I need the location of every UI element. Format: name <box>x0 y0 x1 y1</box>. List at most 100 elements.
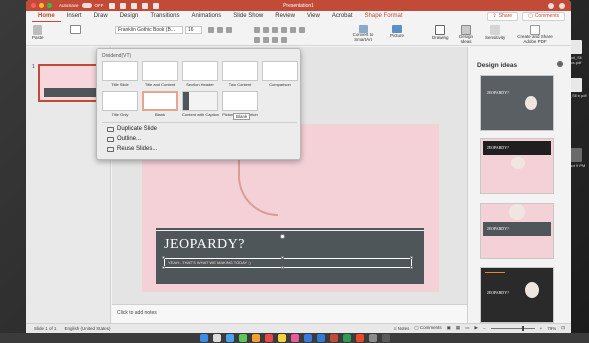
close-icon[interactable] <box>557 61 563 67</box>
calendar-icon[interactable] <box>264 334 273 342</box>
bullets-icon[interactable] <box>254 27 260 33</box>
decrease-font-icon[interactable] <box>217 27 223 33</box>
resize-handle[interactable] <box>162 266 165 269</box>
tab-view[interactable]: View <box>301 11 326 22</box>
rotate-handle[interactable] <box>280 234 285 239</box>
tab-transitions[interactable]: Transitions <box>144 11 185 22</box>
tab-draw[interactable]: Draw <box>88 11 114 22</box>
normal-view-icon[interactable]: ▣ <box>447 325 451 331</box>
design-ideas-button[interactable]: Design Ideas <box>458 25 474 44</box>
zoom-in-button[interactable]: + <box>540 326 543 331</box>
columns-icon[interactable] <box>281 37 287 43</box>
reuse-slides-item[interactable]: Reuse Slides... <box>107 146 157 152</box>
comments-button[interactable]: ▢ Comments <box>522 12 565 21</box>
zoom-window-button[interactable] <box>47 3 52 8</box>
zoom-level[interactable]: 79% <box>547 326 556 331</box>
layout-content-caption[interactable]: Content with Caption <box>182 91 219 117</box>
picture-button[interactable]: Picture <box>390 25 404 38</box>
language-indicator[interactable]: English (United States) <box>65 326 111 331</box>
slide-subtitle[interactable]: YEAH...THAT'S WHAT WE MAKING TODAY ;) <box>164 258 412 268</box>
music-icon[interactable] <box>290 334 299 342</box>
slide-title[interactable]: JEOPARDY? <box>164 237 245 253</box>
numbering-icon[interactable] <box>263 27 269 33</box>
zoom-slider[interactable] <box>490 325 535 331</box>
search-icon[interactable] <box>548 2 554 9</box>
share-button[interactable]: ⇪ Share <box>486 12 519 21</box>
outdent-icon[interactable] <box>281 27 287 33</box>
resize-handle[interactable] <box>410 266 413 269</box>
tab-review[interactable]: Review <box>269 11 301 22</box>
convert-smartart-button[interactable]: Convert to SmartArt <box>348 25 378 42</box>
reading-view-icon[interactable]: ▭ <box>465 325 469 331</box>
resize-handle[interactable] <box>162 256 165 259</box>
save-icon[interactable] <box>119 2 126 9</box>
resize-handle[interactable] <box>410 256 413 259</box>
slideshow-icon[interactable]: ▶ <box>474 325 477 331</box>
undo-icon[interactable] <box>130 2 137 9</box>
clear-format-icon[interactable] <box>226 27 232 33</box>
fit-slide-icon[interactable]: ⊡ <box>561 325 565 331</box>
finder-icon[interactable] <box>199 334 208 342</box>
design-idea-3[interactable]: JEOPARDY? <box>480 203 554 259</box>
appstore-icon[interactable] <box>303 334 312 342</box>
align-left-icon[interactable] <box>254 37 260 43</box>
drawing-button[interactable]: Drawing <box>432 25 449 40</box>
close-window-button[interactable] <box>31 3 36 8</box>
tab-design[interactable]: Design <box>114 11 145 22</box>
indent-icon[interactable] <box>272 27 278 33</box>
home-icon[interactable] <box>108 2 115 9</box>
system-preferences-icon[interactable] <box>368 334 377 342</box>
increase-font-icon[interactable] <box>208 27 214 33</box>
photos-icon[interactable] <box>251 334 260 342</box>
duplicate-slide-item[interactable]: Duplicate Slide <box>107 126 157 132</box>
resize-handle[interactable] <box>281 266 284 269</box>
font-name-field[interactable]: Franklin Gothic Book (B... <box>115 26 183 34</box>
redo-icon[interactable] <box>141 2 148 9</box>
create-share-pdf-button[interactable]: Create and Share Adobe PDF <box>512 25 558 44</box>
tab-home[interactable]: Home <box>32 11 61 22</box>
notes-toggle[interactable]: ≡ Notes <box>394 326 410 331</box>
layout-title-only[interactable]: Title Only <box>102 91 138 117</box>
comments-toggle[interactable]: ▢ Comments <box>414 325 441 331</box>
chrome-icon[interactable] <box>355 334 364 342</box>
tab-insert[interactable]: Insert <box>61 11 88 22</box>
align-right-icon[interactable] <box>272 37 278 43</box>
paste-button[interactable]: Paste <box>32 25 44 40</box>
sensitivity-button[interactable]: Sensitivity <box>485 25 505 40</box>
font-size-field[interactable]: 16 <box>185 26 202 34</box>
align-center-icon[interactable] <box>263 37 269 43</box>
resize-handle[interactable] <box>281 256 284 259</box>
tab-animations[interactable]: Animations <box>186 11 228 22</box>
tab-shape-format[interactable]: Shape Format <box>359 11 409 22</box>
word-icon[interactable] <box>316 334 325 342</box>
slide-sorter-icon[interactable]: ▦ <box>456 325 460 331</box>
tab-slide-show[interactable]: Slide Show <box>227 11 269 22</box>
minimize-window-button[interactable] <box>39 3 44 8</box>
more-icon[interactable] <box>152 2 159 9</box>
notes-app-icon[interactable] <box>277 334 286 342</box>
messages-icon[interactable] <box>238 334 247 342</box>
outline-item[interactable]: Outline... <box>107 136 141 142</box>
excel-icon[interactable] <box>342 334 351 342</box>
tab-acrobat[interactable]: Acrobat <box>326 11 359 22</box>
layout-two-content[interactable]: Two Content <box>222 61 258 87</box>
text-direction-icon[interactable] <box>299 27 305 33</box>
account-icon[interactable] <box>559 2 565 9</box>
zoom-out-button[interactable]: − <box>483 326 486 331</box>
design-idea-4[interactable]: JEOPARDY? <box>480 267 554 323</box>
trash-icon[interactable] <box>381 334 390 342</box>
new-slide-button[interactable] <box>70 25 81 34</box>
design-idea-1[interactable]: JEOPARDY? <box>480 75 554 131</box>
layout-blank[interactable]: Blank <box>142 91 178 117</box>
layout-title-content[interactable]: Title and Content <box>142 61 178 87</box>
zoom-slider-thumb[interactable] <box>521 325 524 331</box>
layout-section-header[interactable]: Section Header <box>182 61 218 87</box>
launchpad-icon[interactable] <box>212 334 221 342</box>
layout-comparison[interactable]: Comparison <box>262 61 298 87</box>
powerpoint-icon[interactable] <box>329 334 338 342</box>
line-spacing-icon[interactable] <box>290 27 296 33</box>
autosave-toggle[interactable]: AutoSave OFF <box>59 3 104 8</box>
layout-title-slide[interactable]: Title Slide <box>102 61 138 87</box>
slide-thumbnail[interactable] <box>38 64 105 102</box>
notes-pane[interactable]: Click to add notes <box>112 304 467 323</box>
